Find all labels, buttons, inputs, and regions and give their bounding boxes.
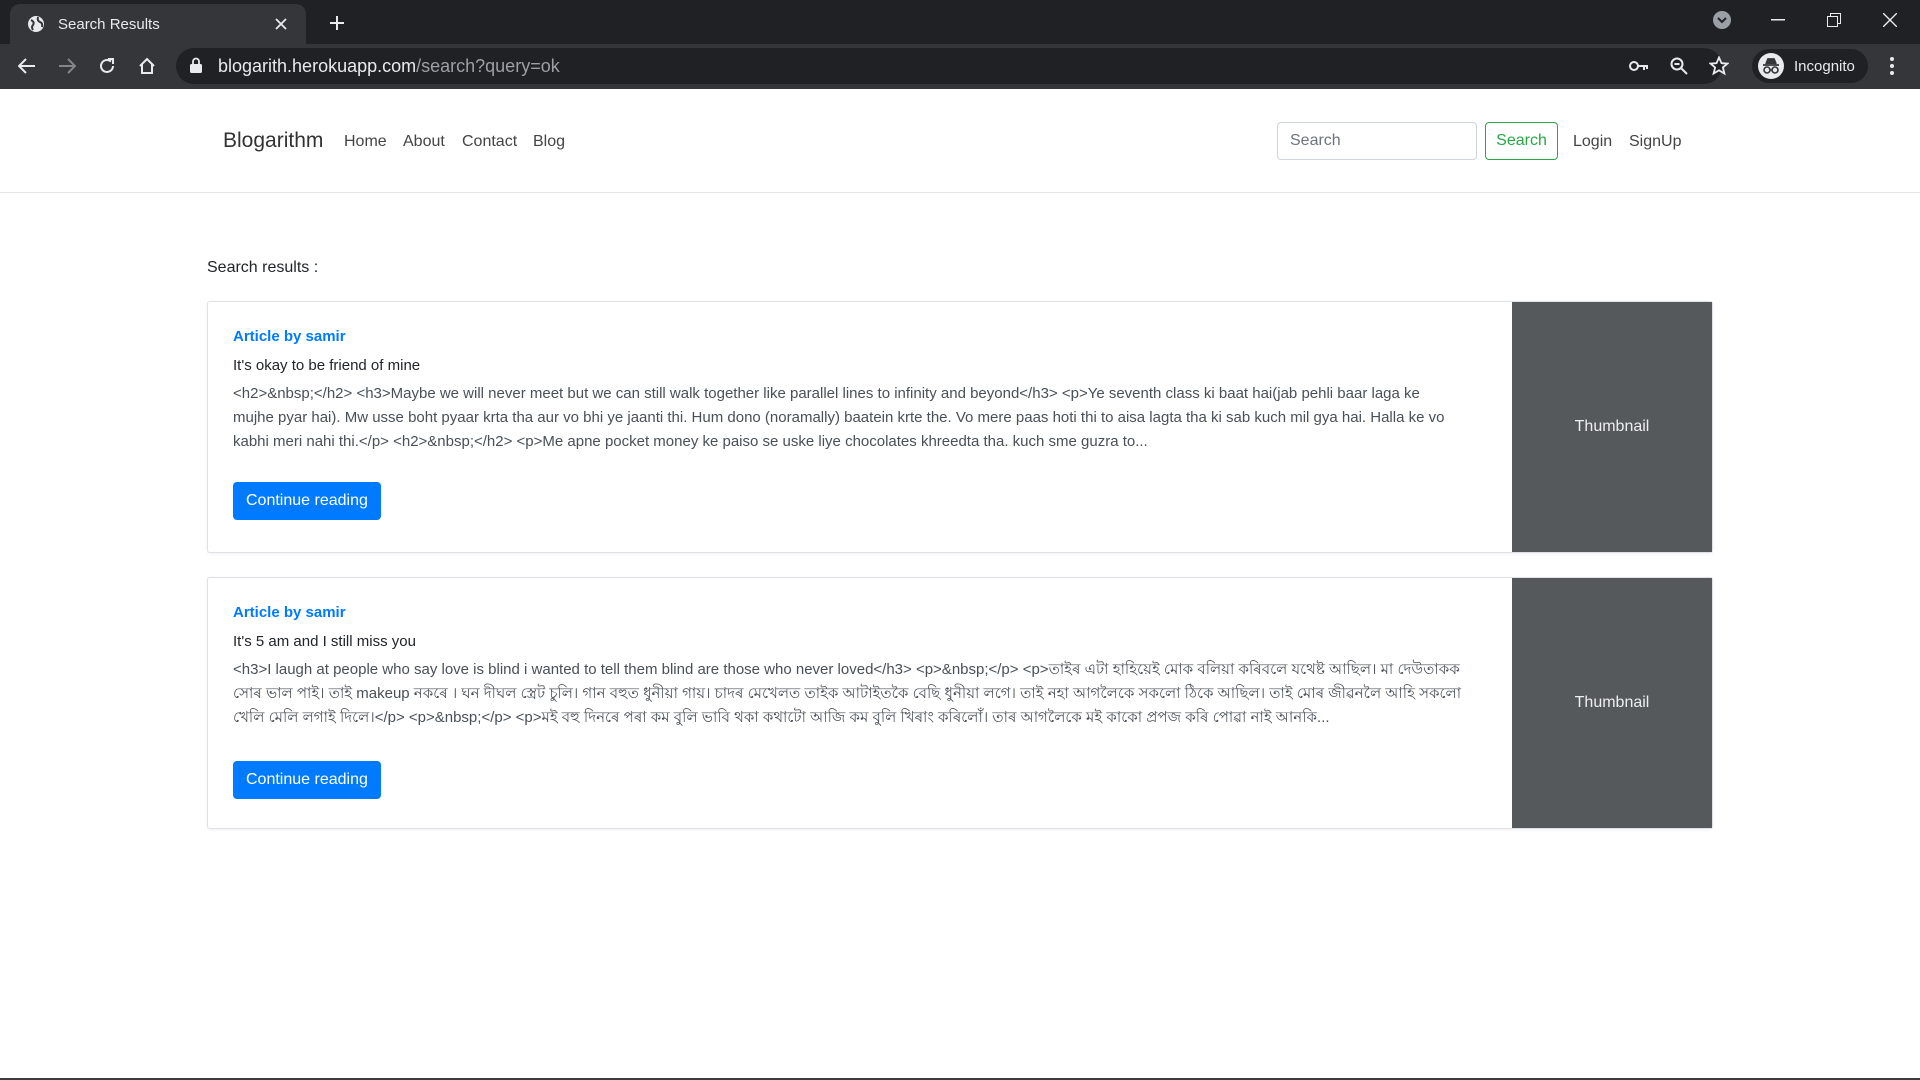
tab-title: Search Results <box>58 15 160 33</box>
lock-icon[interactable] <box>190 57 202 78</box>
profile-label: Incognito <box>1794 57 1855 75</box>
url-host: blogarith.herokuapp.com <box>218 56 417 76</box>
search-button[interactable]: Search <box>1485 122 1558 160</box>
continue-reading-button[interactable]: Continue reading <box>233 761 381 799</box>
nav-link-contact[interactable]: Contact <box>462 133 517 151</box>
search-input[interactable] <box>1277 122 1477 160</box>
browser-tab[interactable]: Search Results <box>10 4 306 44</box>
restore-icon[interactable] <box>1806 0 1862 40</box>
minimize-icon[interactable] <box>1750 0 1806 40</box>
article-author: Article by samir <box>233 604 346 621</box>
thumbnail-label: Thumbnail <box>1574 694 1650 711</box>
more-menu-icon[interactable] <box>1876 50 1908 82</box>
card-body: Article by samir It's okay to be friend … <box>233 328 1463 454</box>
nav-link-about[interactable]: About <box>403 133 445 151</box>
site-navbar: Blogarithm Home About Contact Blog Searc… <box>0 89 1920 193</box>
close-window-icon[interactable] <box>1862 0 1918 40</box>
home-icon[interactable] <box>131 50 163 82</box>
results-heading: Search results : <box>207 259 319 276</box>
nav-link-home[interactable]: Home <box>344 133 387 151</box>
signup-link[interactable]: SignUp <box>1629 133 1681 151</box>
article-excerpt: <h2>&nbsp;</h2> <h3>Maybe we will never … <box>233 385 1445 450</box>
key-icon[interactable] <box>1627 54 1651 78</box>
article-author: Article by samir <box>233 328 346 345</box>
incognito-profile-button[interactable]: Incognito <box>1752 49 1868 83</box>
incognito-icon <box>1758 53 1784 79</box>
url-text[interactable]: blogarith.herokuapp.com/search?query=ok <box>218 56 560 77</box>
url-path: /search?query=ok <box>416 56 560 76</box>
forward-icon[interactable] <box>51 50 83 82</box>
article-excerpt: <h3>I laugh at people who say love is bl… <box>233 661 1462 726</box>
address-bar[interactable]: blogarith.herokuapp.com/search?query=ok <box>176 48 1729 84</box>
close-tab-icon[interactable] <box>270 13 292 35</box>
zoom-icon[interactable] <box>1667 54 1691 78</box>
article-title: It's okay to be friend of mine <box>233 357 421 374</box>
thumbnail-label: Thumbnail <box>1574 418 1650 435</box>
globe-icon <box>26 14 46 34</box>
new-tab-icon[interactable] <box>324 10 350 36</box>
continue-reading-button[interactable]: Continue reading <box>233 482 381 520</box>
browser-toolbar: blogarith.herokuapp.com/search?query=ok … <box>0 44 1920 89</box>
nav-link-blog[interactable]: Blog <box>533 133 565 151</box>
card-body: Article by samir It's 5 am and I still m… <box>233 604 1463 730</box>
article-thumbnail: Thumbnail <box>1512 302 1712 552</box>
login-link[interactable]: Login <box>1573 133 1612 151</box>
back-icon[interactable] <box>11 50 43 82</box>
bookmark-star-icon[interactable] <box>1707 54 1731 78</box>
article-card: Article by samir It's 5 am and I still m… <box>207 577 1713 829</box>
reload-icon[interactable] <box>91 50 123 82</box>
article-title: It's 5 am and I still miss you <box>233 633 416 650</box>
page-viewport: Blogarithm Home About Contact Blog Searc… <box>0 89 1920 1080</box>
article-card: Article by samir It's okay to be friend … <box>207 301 1713 553</box>
tab-search-icon[interactable] <box>1694 0 1750 40</box>
brand-logo[interactable]: Blogarithm <box>223 129 323 153</box>
article-thumbnail: Thumbnail <box>1512 578 1712 828</box>
browser-tabstrip: Search Results <box>0 0 1920 44</box>
